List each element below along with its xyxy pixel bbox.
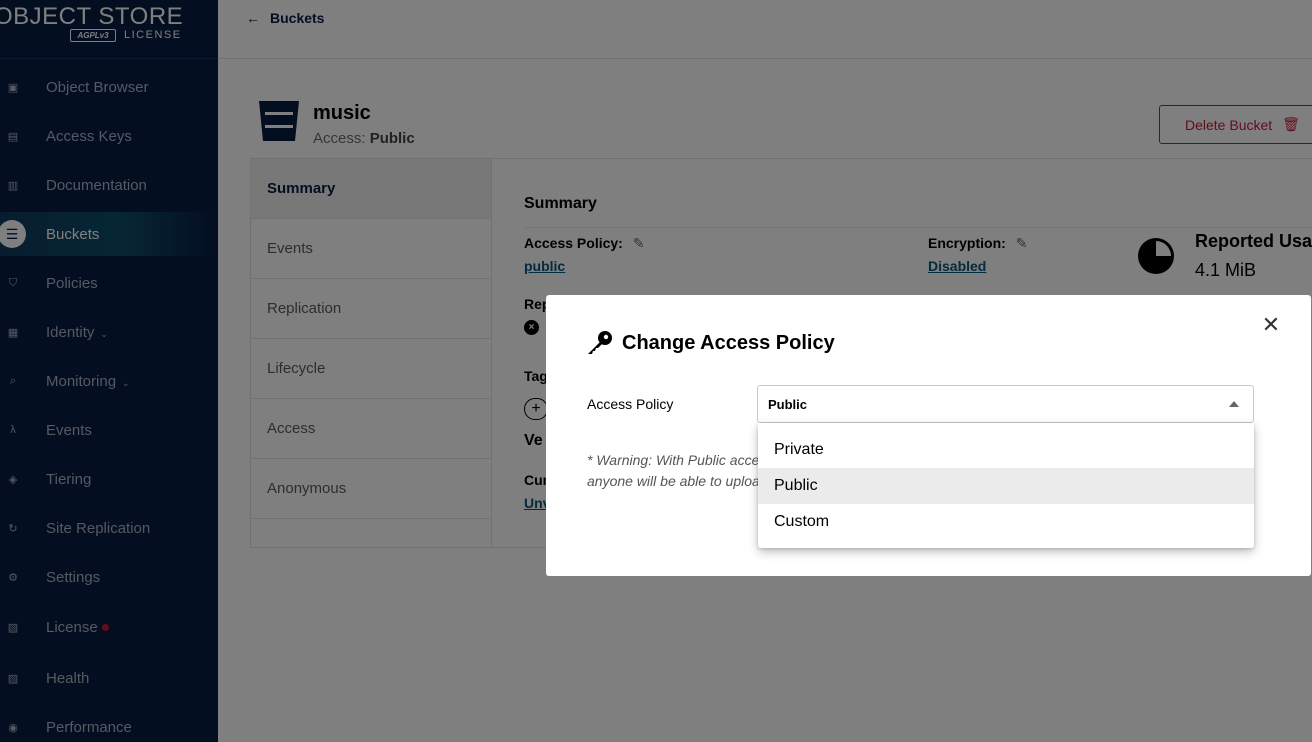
close-icon[interactable]: ✕ — [1259, 313, 1283, 337]
access-policy-select[interactable]: Public — [757, 385, 1254, 423]
dialog-title: Change Access Policy — [586, 330, 835, 356]
access-policy-field-label: Access Policy — [587, 396, 674, 412]
dialog-title-text: Change Access Policy — [622, 331, 835, 354]
key-icon — [588, 331, 612, 354]
option-custom[interactable]: Custom — [758, 504, 1254, 540]
access-policy-dropdown: Private Public Custom — [758, 423, 1254, 548]
option-public[interactable]: Public — [758, 468, 1254, 504]
public-access-warning: * Warning: With Public access anyone wil… — [587, 452, 762, 496]
access-policy-select-value: Public — [768, 396, 808, 412]
caret-up-icon — [1229, 401, 1239, 407]
option-private[interactable]: Private — [758, 432, 1254, 468]
warning-text-container: * Warning: With Public access anyone wil… — [587, 450, 762, 496]
